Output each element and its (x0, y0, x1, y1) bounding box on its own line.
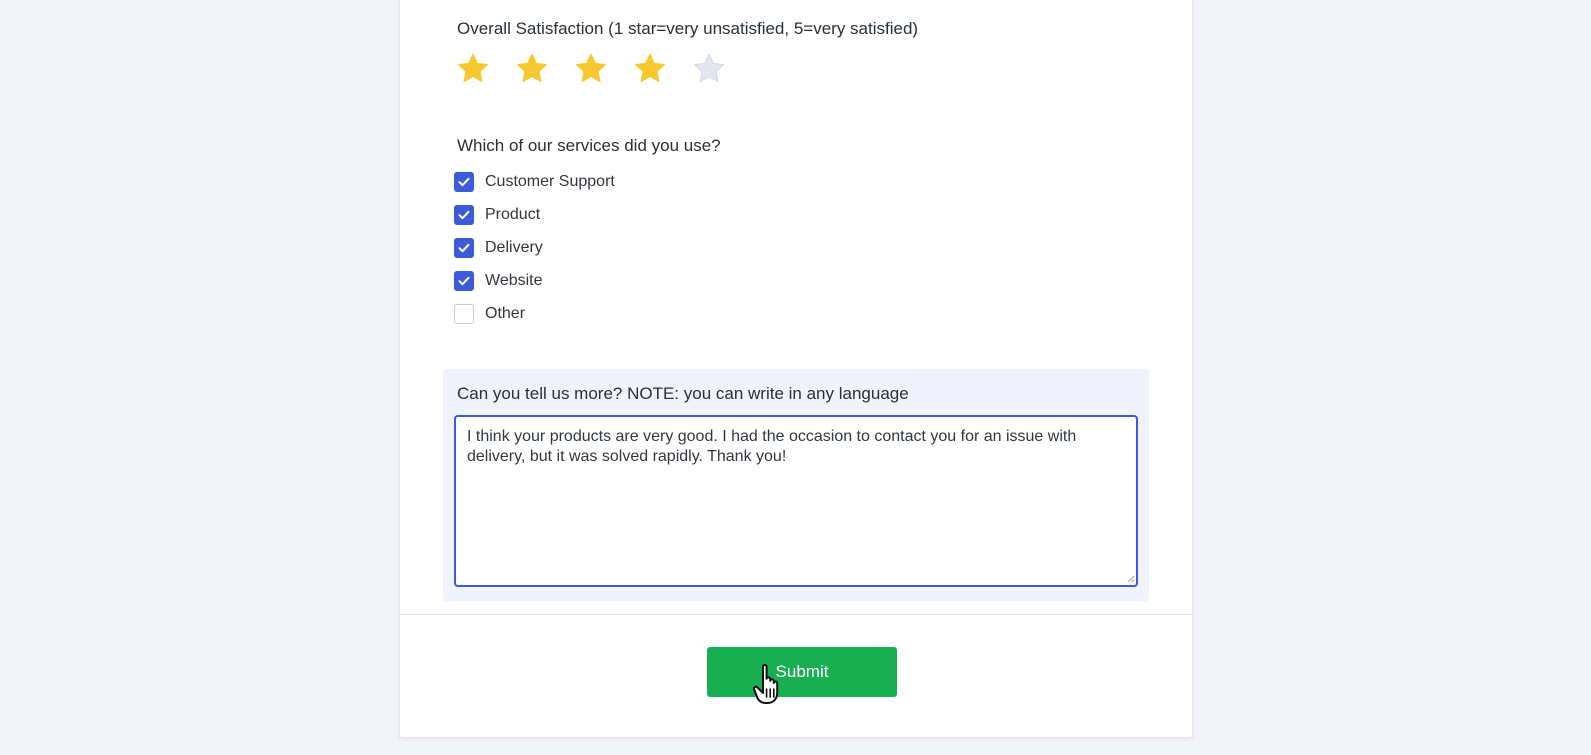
option-customer-support[interactable]: Customer Support (454, 171, 615, 193)
star-icon (576, 53, 606, 83)
star-5[interactable] (690, 51, 728, 87)
check-icon (458, 243, 470, 253)
checkbox-website[interactable] (454, 271, 474, 291)
option-label: Delivery (485, 239, 543, 256)
star-icon (635, 53, 665, 83)
option-website[interactable]: Website (454, 270, 615, 292)
star-4[interactable] (631, 51, 669, 87)
star-icon (694, 53, 724, 83)
comment-textarea[interactable]: I think your products are very good. I h… (454, 415, 1138, 587)
checkbox-delivery[interactable] (454, 238, 474, 258)
option-product[interactable]: Product (454, 204, 615, 226)
check-icon (458, 276, 470, 286)
page: Overall Satisfaction (1 star=very unsati… (0, 0, 1591, 755)
option-label: Other (485, 305, 526, 322)
rating-question-title: Overall Satisfaction (1 star=very unsati… (457, 19, 919, 38)
star-icon (458, 53, 488, 83)
option-label: Customer Support (485, 173, 615, 190)
check-icon (458, 210, 470, 220)
services-checkbox-group: Customer Support Product Delivery Websit… (454, 171, 615, 336)
option-other[interactable]: Other (454, 303, 615, 325)
star-3[interactable] (572, 51, 610, 87)
resize-grip-icon[interactable] (1126, 574, 1135, 583)
footer-divider (400, 614, 1192, 615)
option-label: Website (485, 272, 543, 289)
comment-question-panel: Can you tell us more? NOTE: you can writ… (443, 369, 1149, 601)
star-2[interactable] (513, 51, 551, 87)
check-icon (458, 177, 470, 187)
star-1[interactable] (454, 51, 492, 87)
checkbox-customer-support[interactable] (454, 172, 474, 192)
checkbox-other[interactable] (454, 304, 474, 324)
checkbox-product[interactable] (454, 205, 474, 225)
star-icon (517, 53, 547, 83)
star-rating (454, 51, 728, 87)
survey-card: Overall Satisfaction (1 star=very unsati… (399, 0, 1193, 738)
submit-button[interactable]: Submit (707, 647, 897, 697)
services-question-title: Which of our services did you use? (457, 136, 721, 155)
comment-question-title: Can you tell us more? NOTE: you can writ… (457, 384, 909, 403)
option-label: Product (485, 206, 541, 223)
option-delivery[interactable]: Delivery (454, 237, 615, 259)
